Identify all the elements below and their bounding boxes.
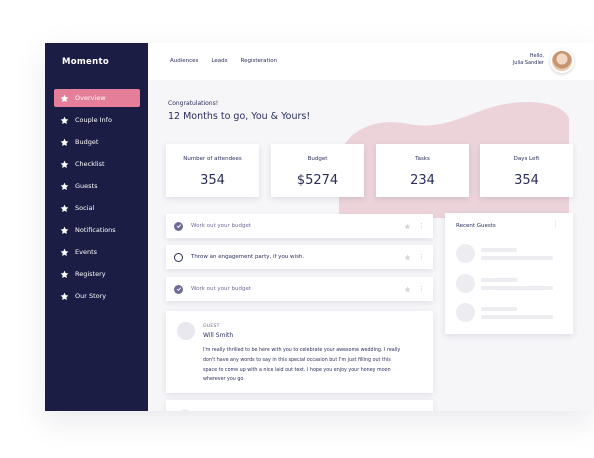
guest-avatar-placeholder (456, 303, 475, 322)
star-icon (60, 270, 69, 279)
guest-message-card: GUEST Will Smith I'm really thrilled to … (166, 311, 433, 393)
avatar[interactable] (550, 49, 574, 73)
sidebar-item-label: Notifications (75, 226, 116, 234)
text-placeholder (481, 286, 553, 290)
task-row: Throw an engagement party, if you wish. ⋮ (166, 245, 433, 269)
more-options-icon[interactable]: ⋮ (552, 220, 559, 228)
text-placeholder (481, 248, 517, 252)
star-icon[interactable] (404, 254, 411, 261)
stat-value: 354 (514, 173, 539, 188)
text-placeholder (481, 256, 553, 260)
sidebar-item-registery[interactable]: Registery (54, 265, 140, 283)
recent-guest-placeholder (456, 244, 566, 264)
guest-name: Will Smith (203, 332, 234, 339)
stat-card-tasks: Tasks 234 (376, 144, 469, 197)
more-options-icon[interactable]: ⋮ (418, 285, 425, 293)
guest-tag: GUEST (203, 324, 220, 329)
recent-guests-card: Recent Guests ⋮ (445, 213, 573, 334)
sidebar-item-checklist[interactable]: Checklist (54, 155, 140, 173)
user-name: Julia Sandler (512, 60, 544, 66)
sidebar-item-label: Budget (75, 138, 99, 146)
task-row: Work out your budget ⋮ (166, 214, 433, 238)
stat-label: Number of attendees (183, 156, 242, 162)
sidebar-item-label: Registery (75, 270, 106, 278)
stat-card-budget: Budget $5274 (271, 144, 364, 197)
brand-logo: Momento (62, 57, 109, 67)
guest-avatar-placeholder (456, 244, 475, 263)
task-text: Work out your budget (191, 286, 252, 292)
text-placeholder (481, 307, 517, 311)
sidebar-item-label: Checklist (75, 160, 105, 168)
sidebar-item-notifications[interactable]: Notifications (54, 221, 140, 239)
star-icon (60, 160, 69, 169)
sidebar-item-budget[interactable]: Budget (54, 133, 140, 151)
recent-guest-placeholder (456, 274, 566, 294)
more-options-icon[interactable]: ⋮ (418, 222, 425, 230)
user-greeting: Hello, Julia Sandler (513, 53, 544, 67)
sidebar-item-label: Guests (75, 182, 98, 190)
page-title: 12 Months to go, You & Yours! (168, 111, 311, 122)
guest-message: I'm really thrilled to be here with you … (203, 348, 401, 383)
guest-message-card-next (166, 400, 433, 411)
recent-guest-placeholder (456, 303, 566, 323)
sidebar-item-overview[interactable]: Overview (54, 89, 140, 107)
star-icon[interactable] (404, 223, 411, 230)
top-bar: Audiences Leads Registeration Hello, Julia… (148, 43, 594, 80)
star-icon (60, 292, 69, 301)
star-icon (60, 226, 69, 235)
star-icon (60, 138, 69, 147)
guest-avatar-placeholder (456, 274, 475, 293)
stat-label: Tasks (415, 156, 430, 162)
sidebar-item-label: Our Story (75, 292, 107, 300)
star-icon (60, 116, 69, 125)
recent-guests-title: Recent Guests (456, 223, 496, 229)
task-checkbox[interactable] (174, 284, 183, 294)
task-checkbox[interactable] (174, 252, 183, 262)
top-nav-link-leads[interactable]: Leads (211, 58, 227, 64)
stat-value: $5274 (296, 173, 339, 188)
sidebar-nav: Overview Couple Info Budget Checklist Guests… (54, 89, 140, 309)
sidebar-item-couple-info[interactable]: Couple Info (54, 111, 140, 129)
task-checkbox[interactable] (174, 221, 183, 231)
text-placeholder (481, 278, 517, 282)
star-icon (60, 94, 69, 103)
stat-value: 234 (410, 173, 435, 188)
star-icon (60, 248, 69, 257)
congrats-text: Congratulations! (168, 100, 219, 107)
top-nav-link-registeration[interactable]: Registeration (241, 58, 278, 64)
sidebar-item-social[interactable]: Social (54, 199, 140, 217)
stat-label: Budget (307, 156, 328, 162)
task-text: Throw an engagement party, if you wish. (191, 254, 305, 260)
more-options-icon[interactable]: ⋮ (418, 253, 425, 261)
text-placeholder (481, 315, 553, 319)
stat-card-number-of-attendees: Number of attendees 354 (166, 144, 259, 197)
app-window: Momento Overview Couple Info Budget Checkli… (45, 43, 594, 411)
sidebar-item-our-story[interactable]: Our Story (54, 287, 140, 305)
stat-label: Days Left (513, 156, 540, 162)
greeting-text: Hello, (529, 53, 544, 59)
stat-card-days-left: Days Left 354 (480, 144, 573, 197)
guest-avatar-placeholder (180, 409, 190, 411)
sidebar-item-label: Couple Info (75, 116, 112, 124)
stat-value: 354 (200, 173, 225, 188)
task-row: Work out your budget ⋮ (166, 277, 433, 301)
sidebar-item-events[interactable]: Events (54, 243, 140, 261)
top-nav: Audiences Leads Registeration (170, 58, 290, 64)
sidebar: Momento Overview Couple Info Budget Checkli… (45, 43, 148, 411)
sidebar-item-label: Events (75, 248, 98, 256)
star-icon[interactable] (404, 286, 411, 293)
sidebar-item-label: Social (75, 204, 95, 212)
top-nav-link-audiences[interactable]: Audiences (170, 58, 198, 64)
star-icon (60, 204, 69, 213)
guest-avatar (177, 322, 195, 340)
star-icon (60, 182, 69, 191)
task-text: Work out your budget (191, 223, 252, 229)
sidebar-item-label: Overview (75, 94, 106, 102)
sidebar-item-guests[interactable]: Guests (54, 177, 140, 195)
